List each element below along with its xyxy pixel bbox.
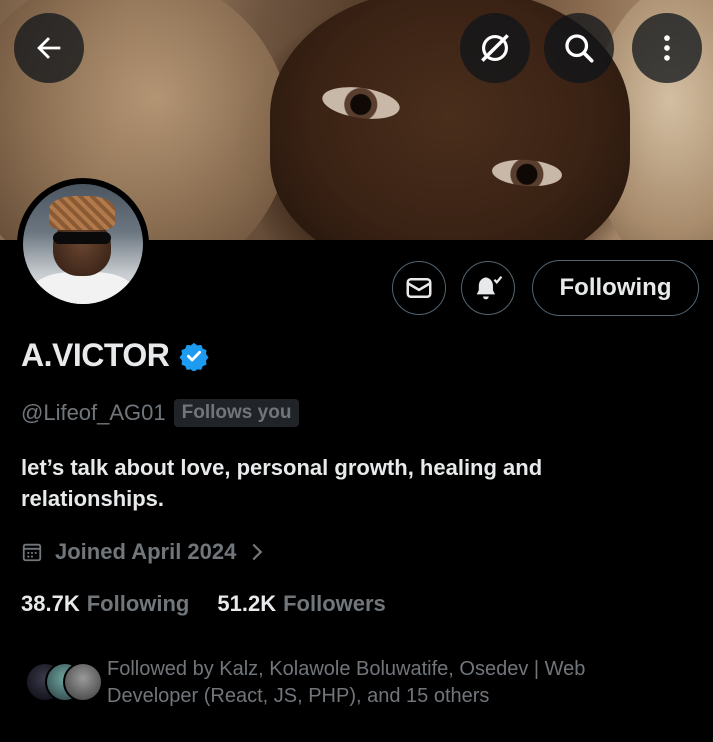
search-button[interactable]	[544, 13, 614, 83]
followers-count: 51.2K	[217, 591, 277, 616]
followed-by-text: Followed by Kalz, Kolawole Boluwatife, O…	[107, 658, 586, 707]
more-vertical-icon	[664, 35, 670, 61]
username-handle: @Lifeof_AG01	[21, 400, 166, 425]
display-name: A.VICTOR	[21, 337, 170, 373]
joined-row[interactable]: Joined April 2024	[21, 539, 264, 565]
search-icon	[565, 34, 594, 63]
follows-you-badge: Follows you	[173, 399, 300, 427]
follow-stats: 38.7K Following 51.2K Followers	[21, 591, 386, 617]
avatar-hat	[49, 196, 115, 230]
profile-avatar[interactable]	[17, 178, 149, 310]
handle-row: @Lifeof_AG01 Follows you	[21, 399, 300, 427]
verified-badge-icon[interactable]	[179, 341, 209, 371]
mutual-avatar	[63, 662, 103, 702]
notifications-button[interactable]	[461, 261, 515, 315]
grok-icon	[481, 34, 509, 62]
avatar-image	[23, 184, 143, 304]
following-button[interactable]: Following	[532, 260, 699, 316]
following-count: 38.7K	[21, 591, 80, 616]
avatar-shirt	[31, 272, 135, 304]
arrow-left-icon	[37, 37, 61, 59]
followed-by-row[interactable]: Followed by Kalz, Kolawole Boluwatife, O…	[25, 656, 647, 710]
followers-stat[interactable]: 51.2K Followers	[217, 591, 385, 617]
back-button[interactable]	[14, 13, 84, 83]
name-row: A.VICTOR	[21, 337, 209, 374]
following-stat[interactable]: 38.7K Following	[21, 591, 189, 617]
grok-button[interactable]	[460, 13, 530, 83]
followers-label: Followers	[283, 591, 386, 616]
bell-check-icon	[476, 275, 503, 300]
more-options-button[interactable]	[632, 13, 702, 83]
avatar-glasses	[53, 232, 111, 244]
calendar-icon	[22, 543, 42, 562]
mutual-avatars	[25, 656, 103, 702]
message-button[interactable]	[392, 261, 446, 315]
profile-bio: let’s talk about love, personal growth, …	[21, 455, 543, 511]
following-label: Following	[86, 591, 190, 616]
chevron-right-icon	[252, 543, 263, 561]
envelope-icon	[406, 278, 432, 298]
joined-date: Joined April 2024	[55, 539, 237, 564]
